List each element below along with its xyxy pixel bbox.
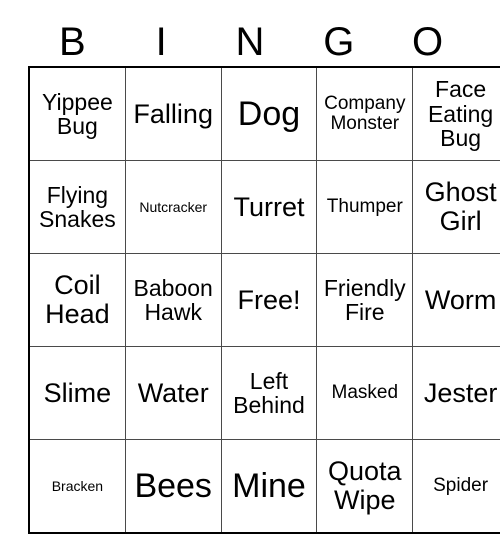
bingo-cell-label: Falling	[133, 98, 213, 129]
bingo-cell-label: Baboon Hawk	[133, 274, 213, 325]
bingo-cell-label: Water	[137, 377, 209, 408]
bingo-header-letter-b: B	[59, 20, 86, 64]
bingo-cell-b1[interactable]: Yippee Bug	[28, 66, 126, 161]
bingo-cell-label: Left Behind	[233, 367, 305, 418]
bingo-row: Flying Snakes Nutcracker Turret Thumper …	[28, 160, 500, 254]
bingo-cell-g1[interactable]: Company Monster	[316, 66, 414, 161]
bingo-cell-b3[interactable]: Coil Head	[28, 253, 126, 347]
bingo-cell-o4[interactable]: Jester	[412, 346, 500, 440]
bingo-cell-label: Slime	[43, 377, 112, 408]
bingo-cell-o2[interactable]: Ghost Girl	[412, 160, 500, 254]
bingo-cell-o5[interactable]: Spider	[412, 439, 500, 534]
bingo-cell-i2[interactable]: Nutcracker	[124, 160, 222, 254]
bingo-cell-b5[interactable]: Bracken	[28, 439, 126, 534]
bingo-cell-label: Jester	[423, 377, 498, 408]
bingo-cell-i4[interactable]: Water	[124, 346, 222, 440]
bingo-row: Coil Head Baboon Hawk Free! Friendly Fir…	[28, 253, 500, 347]
bingo-cell-label: Yippee Bug	[42, 88, 113, 139]
bingo-cell-b2[interactable]: Flying Snakes	[28, 160, 126, 254]
bingo-cell-n2[interactable]: Turret	[220, 160, 318, 254]
bingo-cell-label: Dog	[237, 94, 301, 133]
bingo-cell-i3[interactable]: Baboon Hawk	[124, 253, 222, 347]
bingo-row: Slime Water Left Behind Masked Jester	[28, 346, 500, 440]
bingo-cell-n5[interactable]: Mine	[220, 439, 318, 534]
bingo-grid: Yippee Bug Falling Dog Company Monster F…	[28, 66, 500, 534]
bingo-cell-label: Worm	[424, 284, 497, 315]
bingo-cell-label: Nutcracker	[139, 198, 208, 215]
bingo-card: B I N G O Yippee Bug Falling Dog Company…	[28, 18, 500, 534]
bingo-cell-label: Bracken	[51, 477, 104, 494]
bingo-cell-n1[interactable]: Dog	[220, 66, 318, 161]
bingo-cell-label: Face Eating Bug	[427, 76, 494, 152]
bingo-header-letter-i: I	[155, 20, 167, 64]
bingo-header-letter-o: O	[412, 20, 444, 64]
bingo-cell-label: Spider	[433, 474, 489, 496]
bingo-cell-label: Friendly Fire	[323, 274, 406, 325]
bingo-cell-g3[interactable]: Friendly Fire	[316, 253, 414, 347]
bingo-free-space-label: Free!	[237, 284, 301, 315]
bingo-cell-label: Company Monster	[324, 92, 406, 134]
bingo-cell-i5[interactable]: Bees	[124, 439, 222, 534]
bingo-cell-label: Turret	[233, 191, 305, 222]
bingo-cell-n4[interactable]: Left Behind	[220, 346, 318, 440]
bingo-cell-label: Masked	[331, 381, 399, 403]
bingo-cell-label: Thumper	[326, 195, 403, 217]
bingo-cell-g2[interactable]: Thumper	[316, 160, 414, 254]
bingo-cell-label: Coil Head	[45, 270, 110, 329]
bingo-cell-label: Ghost Girl	[424, 177, 497, 236]
bingo-cell-free-space[interactable]: Free!	[220, 253, 318, 347]
bingo-cell-o1[interactable]: Face Eating Bug	[412, 66, 500, 161]
bingo-cell-b4[interactable]: Slime	[28, 346, 126, 440]
bingo-cell-g4[interactable]: Masked	[316, 346, 414, 440]
bingo-cell-label: Mine	[232, 466, 306, 505]
bingo-cell-o3[interactable]: Worm	[412, 253, 500, 347]
bingo-cell-g5[interactable]: Quota Wipe	[316, 439, 414, 534]
bingo-cell-i1[interactable]: Falling	[124, 66, 222, 161]
bingo-header-letter-g: G	[323, 20, 355, 64]
bingo-row: Bracken Bees Mine Quota Wipe Spider	[28, 439, 500, 534]
bingo-header-letter-n: N	[235, 20, 265, 64]
bingo-row: Yippee Bug Falling Dog Company Monster F…	[28, 66, 500, 161]
bingo-header: B I N G O	[28, 18, 472, 66]
bingo-cell-label: Flying Snakes	[39, 181, 116, 232]
bingo-cell-label: Quota Wipe	[328, 456, 402, 515]
bingo-cell-label: Bees	[134, 466, 212, 505]
